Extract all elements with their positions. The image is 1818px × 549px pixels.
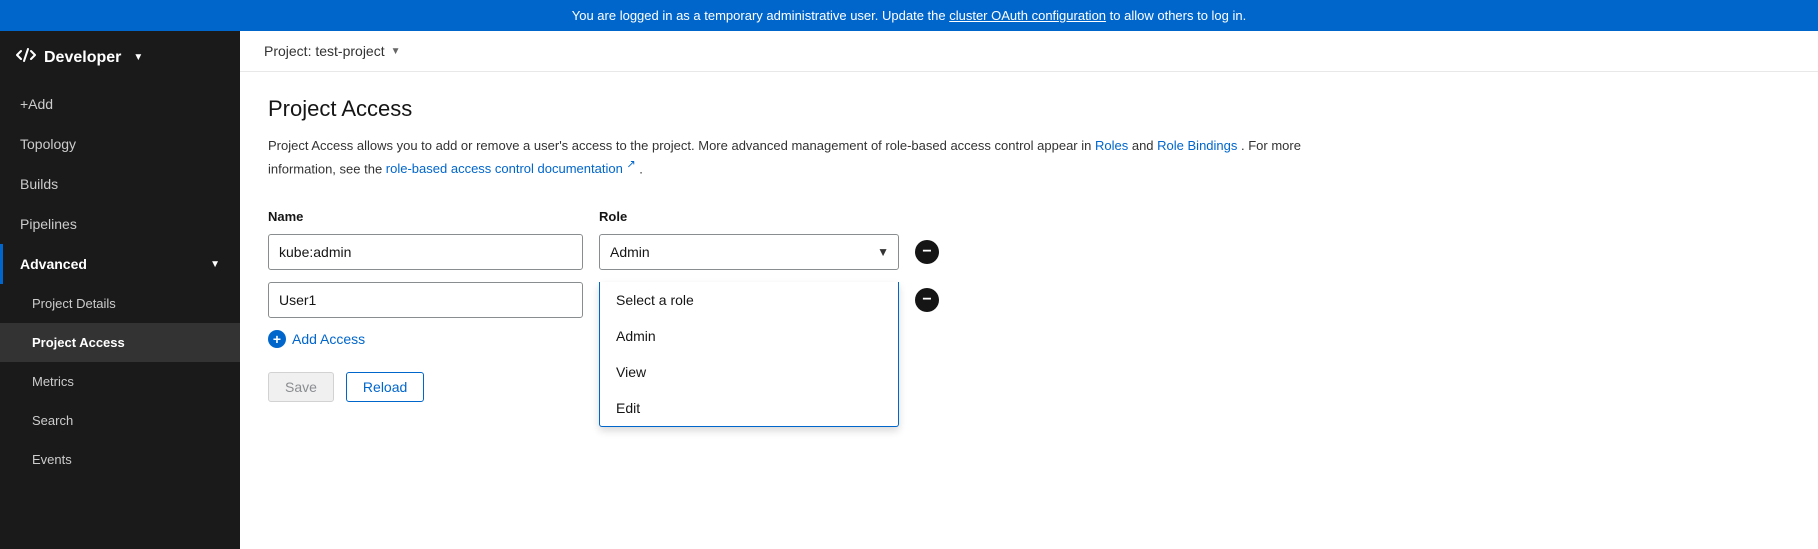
role-bindings-link[interactable]: Role Bindings (1157, 138, 1237, 153)
app-header[interactable]: Developer ▼ (0, 31, 240, 84)
top-banner: You are logged in as a temporary adminis… (0, 0, 1818, 31)
page-description: Project Access allows you to add or remo… (268, 136, 1368, 180)
add-access-label: Add Access (292, 331, 365, 347)
col-name-header: Name (268, 209, 303, 224)
action-buttons: Save Reload (268, 372, 1790, 402)
sidebar-item-advanced[interactable]: Advanced ▼ (0, 244, 240, 284)
project-details-label: Project Details (32, 296, 116, 311)
option-label-view: View (616, 364, 646, 380)
sidebar-item-add[interactable]: +Add (0, 84, 240, 124)
app-chevron-icon: ▼ (133, 52, 143, 63)
option-label-select-role: Select a role (616, 292, 694, 308)
col-role-header: Role (599, 209, 627, 224)
dropdown-option-select-role[interactable]: Select a role (600, 282, 898, 318)
project-label: Project: test-project (264, 43, 385, 59)
project-access-label: Project Access (32, 335, 125, 350)
table-row: Edit Admin View ▼ Select a role Admin (268, 282, 1790, 318)
minus-icon-row1: − (922, 244, 931, 260)
role-dropdown-menu: Select a role Admin View Edit (599, 282, 899, 427)
page-title: Project Access (268, 96, 1790, 122)
pipelines-label: Pipelines (20, 216, 77, 232)
sidebar-item-project-details[interactable]: Project Details (0, 284, 240, 323)
main-content: Project: test-project ▼ Project Access P… (240, 31, 1818, 549)
project-dropdown-arrow-icon: ▼ (391, 46, 401, 57)
name-input-row2[interactable] (268, 282, 583, 318)
table-row: Admin View Edit ▼ − (268, 234, 1790, 270)
sidebar-item-metrics[interactable]: Metrics (0, 362, 240, 401)
sidebar-item-topology[interactable]: Topology (0, 124, 240, 164)
app-name: Developer (44, 49, 121, 67)
sidebar-item-project-access[interactable]: Project Access (0, 323, 240, 362)
advanced-label: Advanced (20, 256, 87, 272)
dropdown-option-view[interactable]: View (600, 354, 898, 390)
events-label: Events (32, 452, 72, 467)
page-content: Project Access Project Access allows you… (240, 72, 1818, 549)
minus-icon-row2: − (922, 292, 931, 308)
project-selector[interactable]: Project: test-project ▼ (240, 31, 1818, 72)
role-select-wrapper-row1: Admin View Edit ▼ (599, 234, 899, 270)
desc-text-1: Project Access allows you to add or remo… (268, 138, 1095, 153)
add-label: +Add (20, 96, 53, 112)
sidebar-item-events[interactable]: Events (0, 440, 240, 479)
topology-label: Topology (20, 136, 76, 152)
banner-text: You are logged in as a temporary adminis… (572, 8, 949, 23)
option-label-admin: Admin (616, 328, 656, 344)
sidebar-item-search[interactable]: Search (0, 401, 240, 440)
dropdown-option-admin[interactable]: Admin (600, 318, 898, 354)
role-dropdown-container-row2: Edit Admin View ▼ Select a role Admin (599, 282, 899, 318)
external-link-icon: ↗ (626, 159, 635, 171)
role-select-row1[interactable]: Admin View Edit (599, 234, 899, 270)
search-label: Search (32, 413, 73, 428)
reload-button[interactable]: Reload (346, 372, 424, 402)
remove-button-row2[interactable]: − (915, 288, 939, 312)
sidebar-item-pipelines[interactable]: Pipelines (0, 204, 240, 244)
save-button[interactable]: Save (268, 372, 334, 402)
remove-button-row1[interactable]: − (915, 240, 939, 264)
oauth-config-link[interactable]: cluster OAuth configuration (949, 8, 1106, 23)
plus-icon: + (268, 330, 286, 348)
dropdown-option-edit[interactable]: Edit (600, 390, 898, 426)
rbac-docs-link[interactable]: role-based access control documentation … (386, 161, 636, 176)
add-access-button[interactable]: + Add Access (268, 330, 365, 348)
sidebar-item-builds[interactable]: Builds (0, 164, 240, 204)
sidebar: Developer ▼ +Add Topology Builds Pipelin… (0, 31, 240, 549)
builds-label: Builds (20, 176, 58, 192)
advanced-chevron-icon: ▼ (210, 259, 220, 270)
name-input-row1[interactable] (268, 234, 583, 270)
metrics-label: Metrics (32, 374, 74, 389)
option-label-edit: Edit (616, 400, 640, 416)
desc-text-4: . (639, 161, 643, 176)
dev-icon (16, 45, 36, 70)
banner-text-after: to allow others to log in. (1110, 8, 1247, 23)
desc-text-2: and (1132, 138, 1157, 153)
table-headers: Name Role (268, 208, 1790, 224)
roles-link[interactable]: Roles (1095, 138, 1128, 153)
